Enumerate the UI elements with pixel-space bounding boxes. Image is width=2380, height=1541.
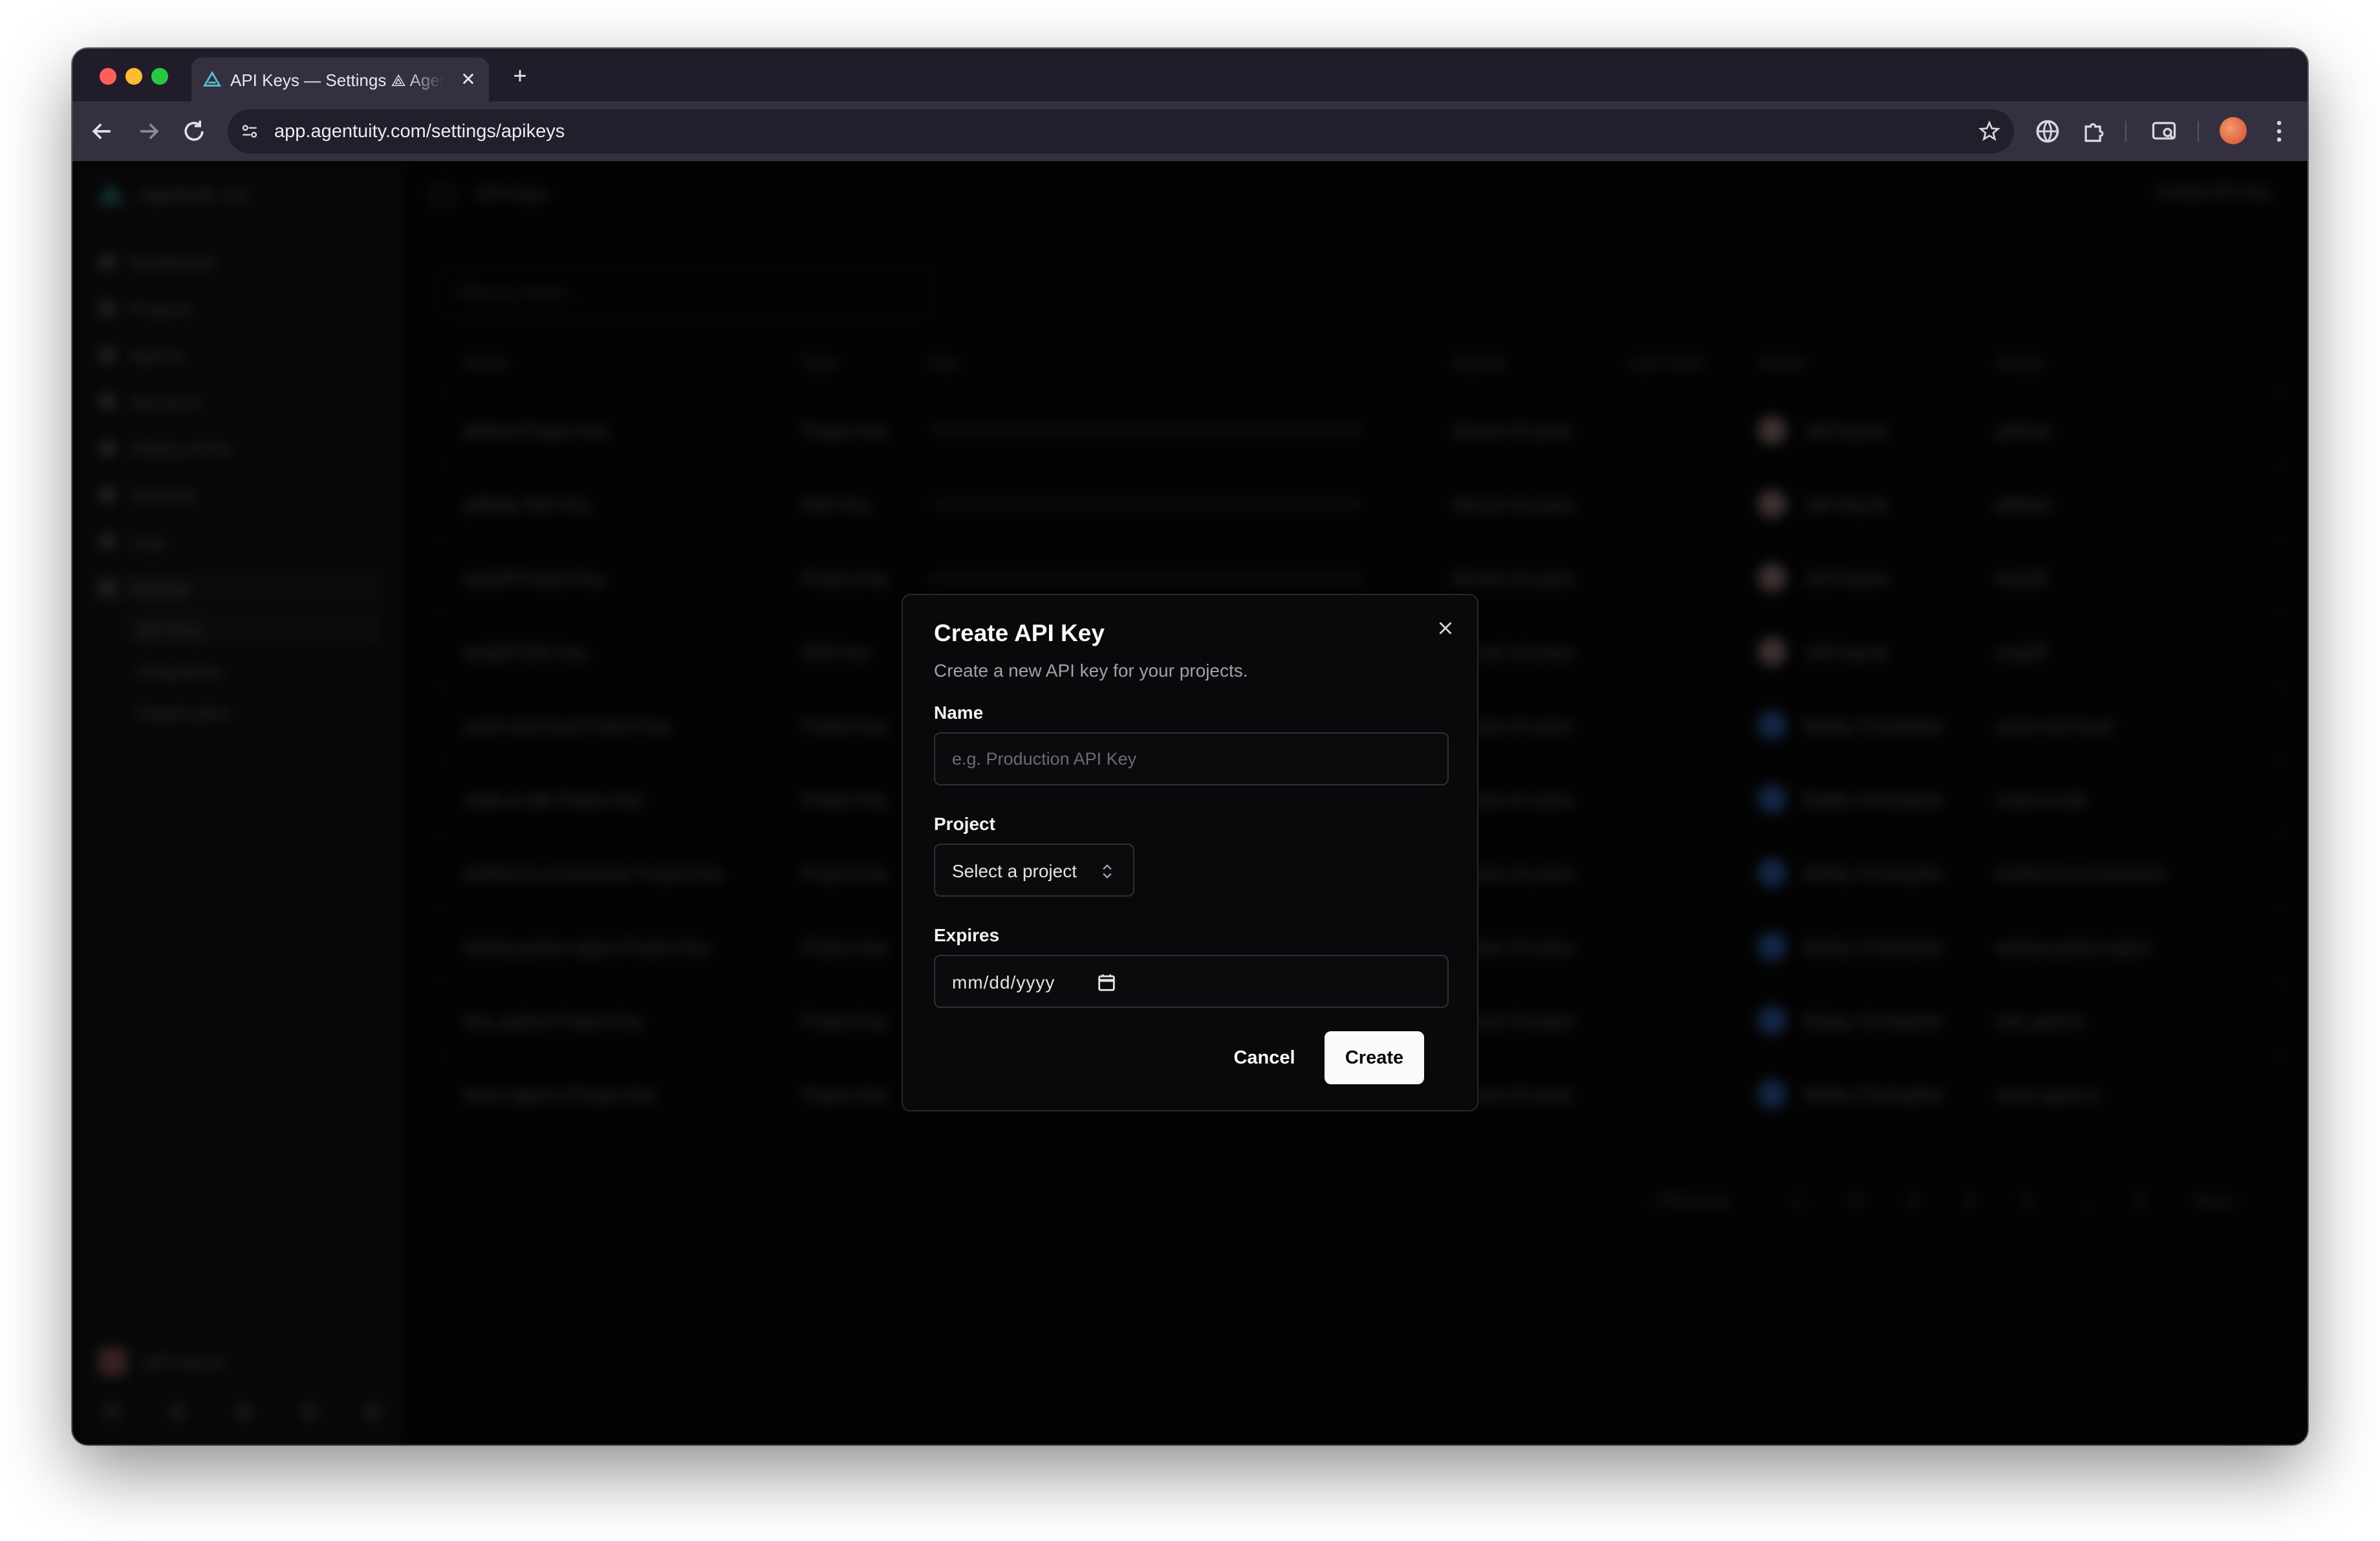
dialog-title: Create API Key [934,620,1105,646]
project-label: Project [934,814,995,834]
browser-window: API Keys — Settings ⟁ Agentuity ✕ + app.… [72,49,2308,1445]
bookmark-star-icon[interactable] [1978,120,2001,143]
reload-icon[interactable] [180,117,208,146]
address-bar[interactable]: app.agentuity.com/settings/apikeys [228,109,2014,153]
calendar-icon[interactable] [1096,972,1118,994]
back-arrow-icon[interactable] [88,117,116,146]
close-icon[interactable] [1434,617,1456,639]
create-button[interactable]: Create [1325,1031,1424,1084]
web-page: Agentuity, Inc. Dashboard Projects Agent… [72,161,2308,1445]
forward-arrow-icon[interactable] [135,117,163,146]
new-tab-button[interactable]: + [507,63,533,89]
agentuity-logo-icon [203,71,221,87]
project-select[interactable]: Select a project [934,844,1134,897]
toolbar-divider [2198,121,2199,142]
profile-avatar[interactable] [2220,117,2247,144]
tab-title: API Keys — Settings ⟁ Agentuity [230,71,444,90]
tab-strip: API Keys — Settings ⟁ Agentuity ✕ + [72,49,2308,102]
cancel-button[interactable]: Cancel [1218,1031,1310,1084]
toolbar-divider [2125,121,2126,142]
extensions-puzzle-icon[interactable] [2080,117,2108,146]
browser-tab[interactable]: API Keys — Settings ⟁ Agentuity ✕ [191,58,489,102]
expires-label: Expires [934,925,1000,945]
zoom-window-button[interactable] [151,68,168,85]
kebab-menu-icon[interactable] [2265,117,2293,146]
date-input-value: mm/dd/yyyy [952,972,1055,992]
minimize-window-button[interactable] [125,68,142,85]
tab-close-icon[interactable]: ✕ [458,69,479,90]
chevron-up-down-icon [1103,864,1112,879]
url-text: app.agentuity.com/settings/apikeys [274,121,565,142]
expires-date-input[interactable]: mm/dd/yyyy [934,955,1449,1008]
name-input[interactable] [934,732,1449,785]
cast-search-icon[interactable] [2150,117,2178,146]
close-window-button[interactable] [100,68,116,85]
project-select-value: Select a project [952,861,1077,881]
name-label: Name [934,703,984,723]
create-api-key-dialog: Create API Key Create a new API key for … [902,594,1478,1111]
extension-globe-icon[interactable] [2033,117,2062,146]
site-settings-icon[interactable] [239,121,260,142]
browser-toolbar: app.agentuity.com/settings/apikeys [72,102,2308,161]
dialog-subtitle: Create a new API key for your projects. [934,661,1248,681]
